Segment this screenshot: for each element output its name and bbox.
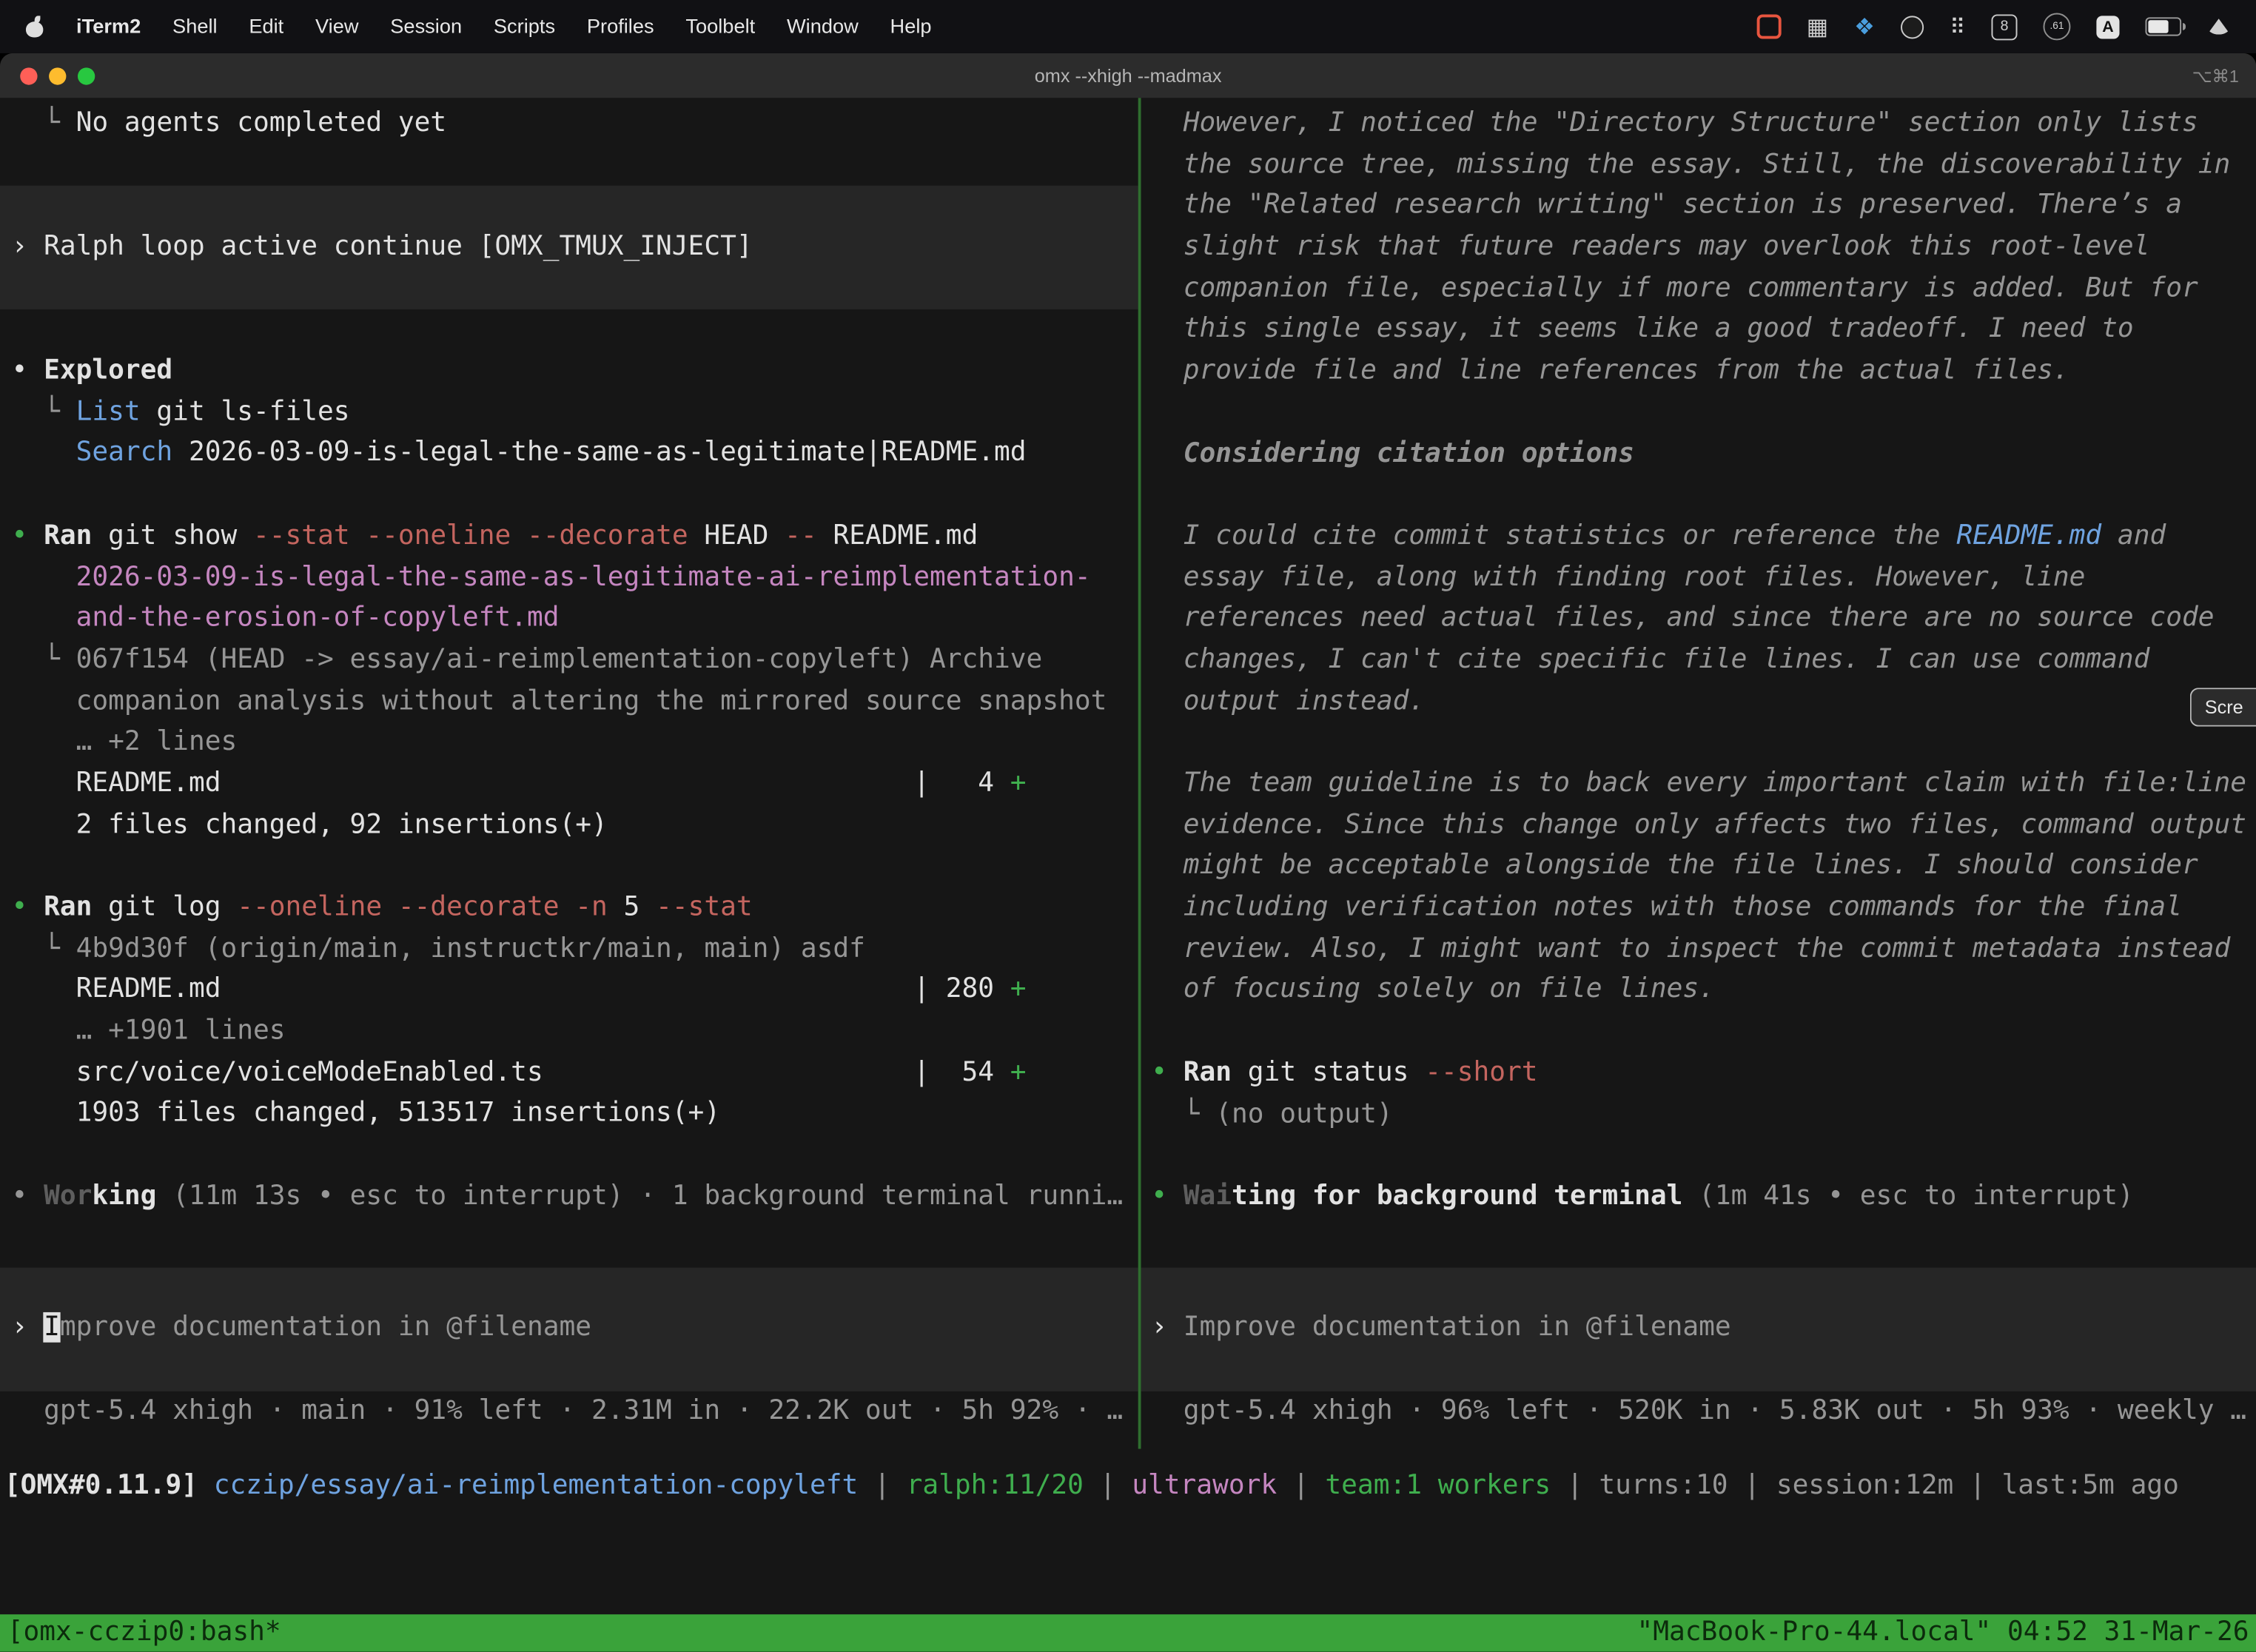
menu-view[interactable]: View bbox=[300, 0, 375, 53]
terminal-line: this single essay, it seems like a good … bbox=[1141, 310, 2256, 352]
terminal-line: output instead. bbox=[1141, 682, 2256, 723]
terminal-area: └ No agents completed yet › Ralph loop ac… bbox=[0, 98, 2256, 1448]
terminal-line bbox=[1141, 1135, 2256, 1177]
terminal-line: companion analysis without altering the … bbox=[0, 682, 1138, 723]
terminal-line bbox=[1141, 722, 2256, 764]
menu-bar: iTerm2 Shell Edit View Session Scripts P… bbox=[0, 0, 2256, 53]
model-status-left: gpt-5.4 xhigh · main · 91% left · 2.31M … bbox=[0, 1391, 1138, 1432]
terminal-line: • Explored bbox=[0, 351, 1138, 392]
panel-line: › Ralph loop active continue [OMX_TMUX_I… bbox=[0, 227, 1138, 269]
terminal-line: src/voice/voiceModeEnabled.ts | 54 + bbox=[0, 1053, 1138, 1095]
terminal-line: … +1901 lines bbox=[0, 1012, 1138, 1053]
menu-bar-status-area: 8 .61 A bbox=[1756, 13, 2248, 41]
waiting-status: • Waiting for background terminal (1m 41… bbox=[1141, 1177, 2256, 1218]
window-titlebar[interactable]: omx --xhigh --madmax ⌥⌘1 bbox=[0, 53, 2256, 98]
terminal-line bbox=[0, 310, 1138, 352]
thinking-heading: Considering citation options bbox=[1141, 434, 2256, 475]
notification-tooltip[interactable]: Scre bbox=[2190, 688, 2256, 726]
terminal-line: README.md | 4 + bbox=[0, 764, 1138, 805]
prompt-input-right[interactable]: › Improve documentation in @filename bbox=[1141, 1267, 2256, 1391]
terminal-line bbox=[0, 1135, 1138, 1177]
terminal-line: changes, I can't cite specific file line… bbox=[1141, 640, 2256, 682]
terminal-line: I could cite commit statistics or refere… bbox=[1141, 517, 2256, 558]
spacer bbox=[1141, 1218, 2256, 1267]
terminal-line: └ No agents completed yet bbox=[0, 104, 1138, 145]
terminal-line: of focusing solely on file lines. bbox=[1141, 970, 2256, 1012]
terminal-line: … +2 lines bbox=[0, 722, 1138, 764]
menu-profiles[interactable]: Profiles bbox=[571, 0, 670, 53]
prompt-input-left[interactable]: › Improve documentation in @filename bbox=[0, 1267, 1138, 1391]
terminal-pane-right[interactable]: However, I noticed the "Directory Struct… bbox=[1141, 98, 2256, 1448]
wifi-icon[interactable] bbox=[2207, 19, 2230, 34]
screen: iTerm2 Shell Edit View Session Scripts P… bbox=[0, 0, 2256, 1652]
omx-status-bar: [OMX#0.11.9] cczip/essay/ai-reimplementa… bbox=[0, 1449, 2256, 1615]
terminal-line: The team guideline is to back every impo… bbox=[1141, 764, 2256, 805]
terminal-line: companion file, especially if more comme… bbox=[1141, 269, 2256, 310]
terminal-line bbox=[1141, 1012, 2256, 1053]
terminal-line: └ (no output) bbox=[1141, 1094, 2256, 1135]
menu-edit[interactable]: Edit bbox=[233, 0, 300, 53]
terminal-line: 2026-03-09-is-legal-the-same-as-legitima… bbox=[0, 557, 1138, 599]
key-badge-icon[interactable]: 8 bbox=[1991, 13, 2017, 39]
terminal-line: • Ran git status --short bbox=[1141, 1053, 2256, 1095]
terminal-line: • Ran git log --oneline --decorate -n 5 … bbox=[0, 887, 1138, 929]
model-status-right: gpt-5.4 xhigh · 96% left · 520K in · 5.8… bbox=[1141, 1391, 2256, 1432]
input-source-icon[interactable]: A bbox=[2096, 15, 2119, 38]
terminal-line: However, I noticed the "Directory Struct… bbox=[1141, 104, 2256, 145]
dots-grid-icon[interactable] bbox=[1950, 13, 1965, 39]
working-status: • Working (11m 13s • esc to interrupt) ·… bbox=[0, 1177, 1138, 1218]
menu-window[interactable]: Window bbox=[771, 0, 875, 53]
terminal-line: review. Also, I might want to inspect th… bbox=[1141, 929, 2256, 970]
terminal-line: provide file and line references from th… bbox=[1141, 352, 2256, 393]
tmux-host-clock: "MacBook-Pro-44.local" 04:52 31-Mar-26 bbox=[1637, 1614, 2249, 1652]
terminal-line: 2 files changed, 92 insertions(+) bbox=[0, 805, 1138, 847]
spacer bbox=[0, 1218, 1138, 1267]
window-grid-icon[interactable] bbox=[1807, 13, 1828, 41]
terminal-line: the "Related research writing" section i… bbox=[1141, 187, 2256, 228]
terminal-line: └ List git ls-files bbox=[0, 392, 1138, 434]
terminal-line: evidence. Since this change only affects… bbox=[1141, 805, 2256, 847]
menu-app-name[interactable]: iTerm2 bbox=[61, 0, 157, 53]
blue-app-icon[interactable] bbox=[1854, 13, 1875, 41]
terminal-line bbox=[1141, 475, 2256, 517]
terminal-line: essay file, along with finding root file… bbox=[1141, 557, 2256, 599]
terminal-line: └ 4b9d30f (origin/main, instructkr/main,… bbox=[0, 929, 1138, 970]
terminal-line: might be acceptable alongside the file l… bbox=[1141, 847, 2256, 888]
iterm-window: omx --xhigh --madmax ⌥⌘1 └ No agents com… bbox=[0, 53, 2256, 1652]
menu-scripts[interactable]: Scripts bbox=[477, 0, 571, 53]
tmux-session-window[interactable]: [omx-cczip0:bash* bbox=[7, 1614, 281, 1652]
menu-toolbelt[interactable]: Toolbelt bbox=[670, 0, 771, 53]
window-shortcut-badge: ⌥⌘1 bbox=[2192, 65, 2239, 85]
terminal-pane-left[interactable]: └ No agents completed yet › Ralph loop ac… bbox=[0, 98, 1138, 1448]
terminal-line: slight risk that future readers may over… bbox=[1141, 227, 2256, 269]
terminal-line: Search 2026-03-09-is-legal-the-same-as-l… bbox=[0, 434, 1138, 475]
screen-recording-indicator-icon[interactable] bbox=[1756, 14, 1781, 38]
terminal-line bbox=[0, 847, 1138, 888]
omx-session-status: [OMX#0.11.9] cczip/essay/ai-reimplementa… bbox=[0, 1466, 2256, 1508]
tmux-status-bar: [omx-cczip0:bash* "MacBook-Pro-44.local"… bbox=[0, 1614, 2256, 1652]
terminal-line: README.md | 280 + bbox=[0, 970, 1138, 1012]
terminal-line bbox=[0, 145, 1138, 187]
menu-session[interactable]: Session bbox=[375, 0, 478, 53]
dark-circle-app-icon[interactable] bbox=[1901, 15, 1924, 38]
panel-line: › Improve documentation in @filename bbox=[0, 1308, 1138, 1349]
apple-menu-icon[interactable] bbox=[23, 15, 46, 38]
battery-gauge-icon[interactable]: .61 bbox=[2043, 13, 2070, 40]
ralph-loop-banner[interactable]: › Ralph loop active continue [OMX_TMUX_I… bbox=[0, 187, 1138, 310]
terminal-line bbox=[0, 475, 1138, 517]
menu-shell[interactable]: Shell bbox=[157, 0, 233, 53]
terminal-line: 1903 files changed, 513517 insertions(+) bbox=[0, 1094, 1138, 1135]
terminal-line: and-the-erosion-of-copyleft.md bbox=[0, 599, 1138, 640]
panel-line: › Improve documentation in @filename bbox=[1141, 1309, 2256, 1350]
terminal-line: including verification notes with those … bbox=[1141, 888, 2256, 930]
window-title: omx --xhigh --madmax bbox=[0, 64, 2256, 86]
terminal-line: references need actual files, and since … bbox=[1141, 599, 2256, 640]
battery-icon[interactable] bbox=[2146, 17, 2182, 36]
menu-help[interactable]: Help bbox=[874, 0, 947, 53]
terminal-line bbox=[1141, 392, 2256, 434]
terminal-line: the source tree, missing the essay. Stil… bbox=[1141, 145, 2256, 187]
terminal-line: └ 067f154 (HEAD -> essay/ai-reimplementa… bbox=[0, 640, 1138, 682]
terminal-line: • Ran git show --stat --oneline --decora… bbox=[0, 517, 1138, 558]
